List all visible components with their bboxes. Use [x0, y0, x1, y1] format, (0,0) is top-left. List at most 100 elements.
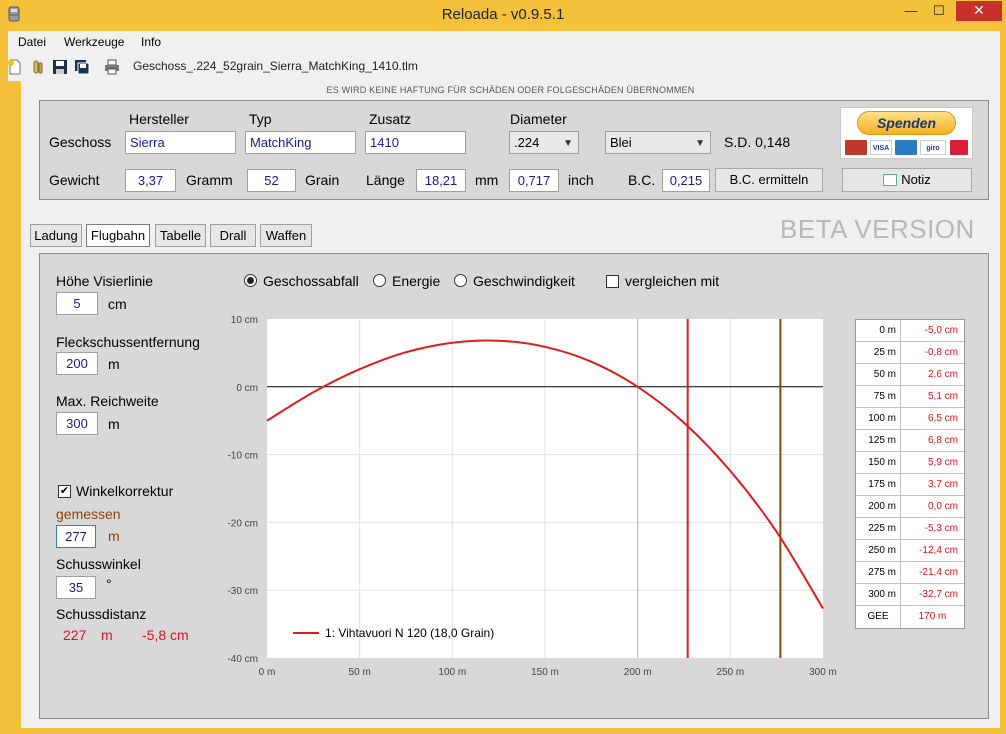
save-icon[interactable] — [52, 59, 68, 75]
table-drop: -32,7 cm — [919, 589, 958, 600]
save-as-icon[interactable] — [74, 59, 90, 75]
new-file-icon[interactable] — [7, 59, 23, 75]
table-drop: 5,1 cm — [927, 391, 958, 402]
vergleichen-checkbox[interactable] — [606, 275, 619, 288]
beta-label: BETA VERSION — [780, 214, 975, 244]
window-title: Reloada - v0.9.5.1 — [441, 6, 565, 23]
vergleichen-label: vergleichen mit — [625, 273, 720, 289]
schussdistanz-m-unit: m — [101, 627, 113, 643]
zusatz-input[interactable]: 1410 — [365, 131, 466, 154]
tab-tabelle[interactable]: Tabelle — [155, 224, 206, 247]
schusswinkel-label: Schusswinkel — [56, 556, 141, 572]
menu-werkzeuge[interactable]: Werkzeuge — [64, 35, 124, 49]
y-tick-label: -30 cm — [227, 586, 258, 597]
mm-label: mm — [475, 172, 499, 188]
radio-geschwindigkeit[interactable] — [454, 274, 467, 287]
donate-box[interactable]: Spenden VISA giro — [840, 107, 973, 159]
reichweite-unit: m — [108, 416, 120, 432]
visier-input[interactable]: 5 — [56, 292, 98, 315]
table-drop: 6,5 cm — [927, 413, 958, 424]
table-drop: 6,8 cm — [927, 435, 958, 446]
y-tick-label: 10 cm — [231, 315, 258, 326]
winkelkorrektur-checkbox[interactable]: ✔ — [58, 485, 71, 498]
trajectory-chart: 0 m 50 m 100 m 150 m 200 m 250 m 300 m 10 cm 0 c… — [227, 315, 837, 677]
table-drop: -5,3 cm — [924, 523, 958, 534]
gemessen-label: gemessen — [56, 506, 121, 522]
reichweite-input[interactable]: 300 — [56, 412, 98, 435]
geschoss-label: Geschoss — [49, 134, 112, 150]
schusswinkel-input[interactable]: 35 — [56, 576, 96, 599]
table-distance: 0 m — [856, 320, 901, 341]
diameter-select[interactable]: .224 ▼ — [509, 131, 579, 154]
table-distance: 275 m — [856, 562, 901, 583]
sd-value: S.D. 0,148 — [724, 134, 791, 150]
open-file-icon[interactable] — [30, 59, 46, 75]
bc-ermitteln-button[interactable]: B.C. ermitteln — [715, 168, 823, 192]
gewicht-label: Gewicht — [49, 172, 100, 188]
hersteller-input[interactable]: Sierra — [125, 131, 236, 154]
gramm-input[interactable]: 3,37 — [125, 169, 176, 192]
menu-datei[interactable]: Datei — [18, 35, 46, 49]
x-tick-label: 0 m — [259, 667, 276, 677]
bc-label: B.C. — [628, 172, 656, 188]
table-distance: 150 m — [856, 452, 901, 473]
tab-drall[interactable]: Drall — [210, 224, 256, 247]
typ-input[interactable]: MatchKing — [245, 131, 356, 154]
table-drop: -0,8 cm — [924, 347, 958, 358]
typ-label: Typ — [249, 111, 272, 127]
y-tick-label: -10 cm — [227, 451, 258, 462]
laenge-inch-input[interactable]: 0,717 — [509, 169, 559, 192]
table-row: 300 m -32,7 cm — [856, 584, 964, 606]
ec-icon — [950, 140, 968, 155]
visier-unit: cm — [108, 296, 127, 312]
tab-waffen[interactable]: Waffen — [260, 224, 312, 247]
notiz-button[interactable]: Notiz — [842, 168, 972, 192]
table-distance: 100 m — [856, 408, 901, 429]
gramm-label: Gramm — [186, 172, 233, 188]
x-tick-label: 150 m — [531, 667, 559, 677]
table-row: 75 m 5,1 cm — [856, 386, 964, 408]
table-distance: 225 m — [856, 518, 901, 539]
minimize-button[interactable]: — — [898, 1, 924, 21]
table-drop: 170 m — [918, 611, 947, 622]
maximize-button[interactable]: ☐ — [926, 1, 952, 21]
gemessen-unit: m — [108, 528, 120, 544]
table-distance: 300 m — [856, 584, 901, 605]
table-distance: 125 m — [856, 430, 901, 451]
gemessen-input[interactable]: 277 — [56, 525, 96, 548]
x-tick-label: 250 m — [716, 667, 744, 677]
y-tick-label: -40 cm — [227, 654, 258, 665]
y-tick-label: 0 cm — [236, 383, 258, 394]
schussdistanz-label: Schussdistanz — [56, 606, 147, 622]
fleck-input[interactable]: 200 — [56, 352, 98, 375]
x-tick-label: 300 m — [809, 667, 837, 677]
note-icon — [883, 174, 898, 186]
table-row: 225 m -5,3 cm — [856, 518, 964, 540]
table-distance: 200 m — [856, 496, 901, 517]
table-row: 0 m -5,0 cm — [856, 320, 964, 342]
laenge-mm-input[interactable]: 18,21 — [416, 169, 466, 192]
legend-label: 1: Vihtavuori N 120 (18,0 Grain) — [325, 626, 494, 640]
table-drop: 5,9 cm — [927, 457, 958, 468]
chevron-down-icon: ▼ — [695, 138, 705, 149]
table-distance: 25 m — [856, 342, 901, 363]
schussdistanz-m: 227 — [63, 627, 87, 643]
material-select[interactable]: Blei ▼ — [605, 131, 711, 154]
table-row: 200 m 0,0 cm — [856, 496, 964, 518]
tab-ladung[interactable]: Ladung — [30, 224, 82, 247]
winkelkorrektur-label: Winkelkorrektur — [76, 483, 174, 499]
grain-input[interactable]: 52 — [247, 169, 296, 192]
radio-geschossabfall[interactable] — [244, 274, 257, 287]
table-row: 175 m 3,7 cm — [856, 474, 964, 496]
x-tick-label: 200 m — [624, 667, 652, 677]
menu-info[interactable]: Info — [141, 35, 161, 49]
table-drop: -5,0 cm — [924, 325, 958, 336]
table-drop: 3,7 cm — [927, 479, 958, 490]
bc-input[interactable]: 0,215 — [662, 169, 710, 192]
close-button[interactable]: ✕ — [956, 1, 1002, 21]
radio-energie[interactable] — [373, 274, 386, 287]
y-tick-label: -20 cm — [227, 518, 258, 529]
print-icon[interactable] — [104, 59, 120, 75]
donate-button[interactable]: Spenden — [857, 111, 956, 135]
tab-flugbahn[interactable]: Flugbahn — [86, 224, 150, 247]
